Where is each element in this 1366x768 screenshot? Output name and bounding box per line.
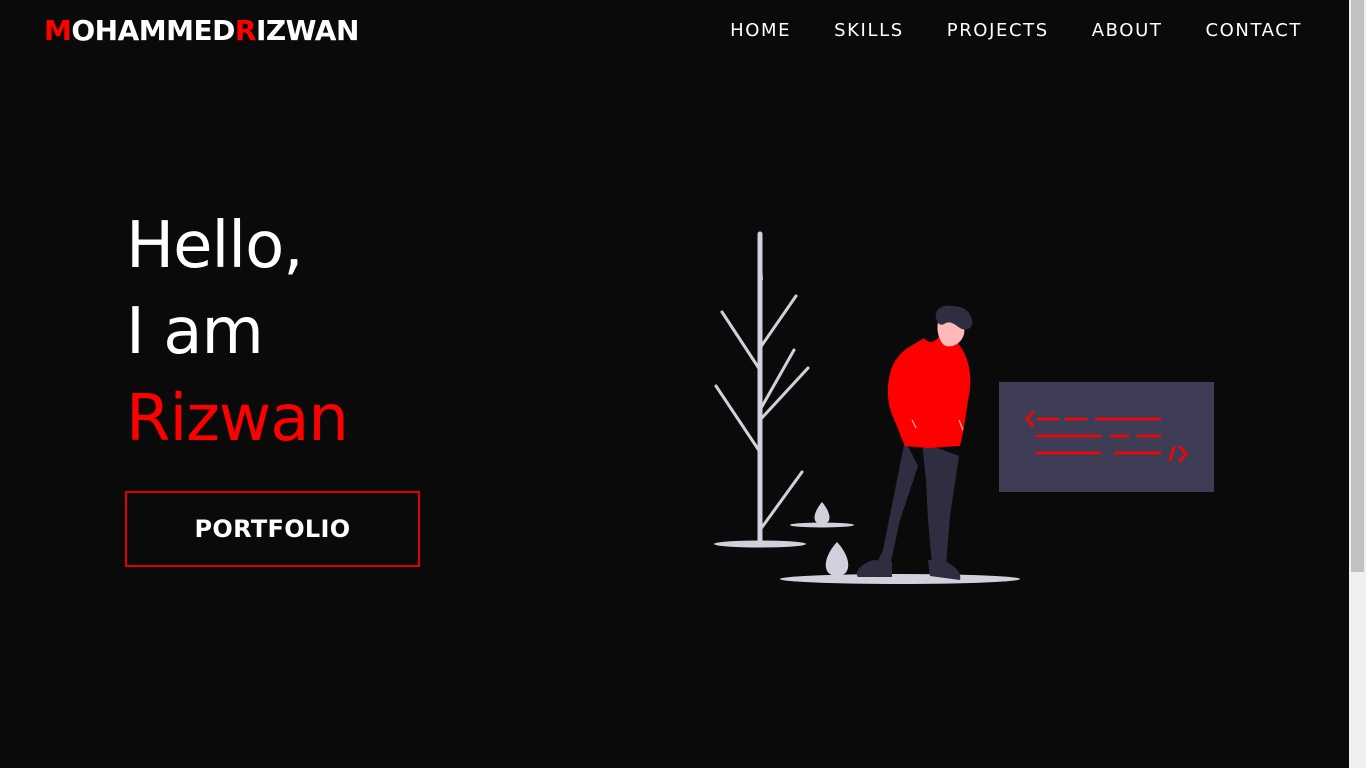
ground-shadow-main <box>780 574 1020 584</box>
portfolio-button[interactable]: PORTFOLIO <box>125 491 420 567</box>
logo-first-initial: M <box>44 14 72 47</box>
person-icon <box>856 305 973 580</box>
developer-illustration <box>714 231 1214 584</box>
tree-icon <box>714 231 810 545</box>
site-logo[interactable]: MOHAMMEDRIZWAN <box>44 14 359 48</box>
nav-about[interactable]: ABOUT <box>1092 18 1163 44</box>
nav-contact[interactable]: CONTACT <box>1205 18 1302 44</box>
scrollbar-thumb[interactable] <box>1351 0 1364 572</box>
sprout-icon <box>814 502 830 524</box>
page: MOHAMMEDRIZWAN HOME SKILLS PROJECTS ABOU… <box>0 0 1366 768</box>
nav-skills[interactable]: SKILLS <box>834 18 904 44</box>
hero-name: Rizwan <box>126 382 349 456</box>
hero-greeting: Hello, <box>126 209 304 283</box>
logo-last-initial: R <box>234 14 257 47</box>
code-panel <box>999 382 1214 492</box>
logo-first-rest: OHAMMED <box>71 14 235 47</box>
nav-home[interactable]: HOME <box>730 18 791 44</box>
logo-last-rest: IZWAN <box>255 14 359 47</box>
sprout-large-icon <box>825 542 849 576</box>
hero-intro: I am <box>126 295 264 369</box>
main-nav: HOME SKILLS PROJECTS ABOUT CONTACT <box>730 18 1302 44</box>
nav-projects[interactable]: PROJECTS <box>947 18 1049 44</box>
